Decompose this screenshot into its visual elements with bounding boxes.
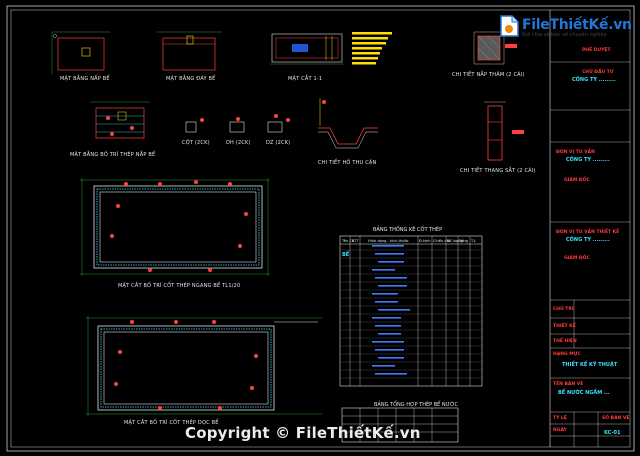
tb-row-draw: THỂ HIỆN: [553, 339, 577, 344]
rebar-shape-sketch: [375, 277, 407, 279]
rebar-shape-sketch: [375, 373, 407, 375]
label-col-2ck: CỘT (2CK): [182, 140, 210, 146]
rebar-shape-sketch: [378, 309, 410, 311]
tb-row-chief: CHỦ TRÌ: [553, 307, 574, 312]
file-icon: [500, 15, 519, 37]
tb-consultant-value: CÔNG TY .........: [566, 157, 610, 163]
tb-drawing-name-label: TÊN BẢN VẼ: [553, 382, 584, 387]
tb-sheet-no-label: SỐ BẢN VẼ: [602, 416, 630, 421]
tb-consultant-label: ĐƠN VỊ TƯ VẤN: [556, 150, 595, 155]
rebar-shape-sketch: [378, 333, 401, 335]
brand-logo[interactable]: FileThiếtKế.vn Nơi chia sẻ bản vẽ chuyên…: [498, 12, 632, 40]
rebar-shape-sketch: [375, 349, 404, 351]
rebar-shape-sketch: [375, 325, 401, 327]
label-plan-lid: MẶT BẰNG NẮP BỂ: [60, 76, 110, 82]
tb-consultant-director: GIÁM ĐỐC: [564, 178, 590, 183]
detail-ladder-drawing: [484, 101, 524, 161]
section-vertical-drawing: [86, 316, 322, 416]
rebar-shape-sketch: [372, 293, 398, 295]
label-plan-lid-rebar: MẶT BẰNG BỐ TRÍ THÉP NẮP BỂ: [70, 152, 156, 158]
label-dz-2ck: DZ (2CK): [266, 140, 291, 146]
tb-drawing-name-value: BỂ NƯỚC NGẦM ...: [558, 390, 610, 396]
rebar-col-total: Tổng: [459, 239, 468, 243]
rebar-shape-sketch: [378, 357, 404, 359]
plan-bottom-drawing: [157, 31, 222, 71]
rebar-shape-sketch: [372, 245, 404, 247]
label-detail-hatch: CHI TIẾT NẮP THĂM (2 CÁI): [452, 72, 525, 78]
rebar-col-dia: Đ.kính: [419, 239, 431, 243]
rebar-col-shape: Hình dạng - kích thước: [368, 239, 409, 243]
label-detail-sump: CHI TIẾT HỐ THU CẶN: [318, 160, 377, 166]
label-section-horizontal: MẶT CẮT BỐ TRÍ CỐT THÉP NGANG BỂ TL1/20: [118, 283, 241, 289]
tb-contractor-value: CÔNG TY .........: [566, 237, 610, 243]
section-11-drawing: [270, 32, 392, 65]
plan-lid-drawing: [51, 31, 110, 74]
label-detail-ladder: CHI TIẾT THANG SẮT (2 CÁI): [460, 168, 536, 174]
tb-category-value: THIẾT KẾ KỸ THUẬT: [562, 362, 618, 368]
summary-table-title: BẢNG TỔNG HỢP THÉP BỂ NƯỚC: [374, 402, 459, 408]
detail-sump-drawing: [318, 98, 378, 149]
tb-category-label: HẠNG MỤC: [553, 352, 581, 357]
rebar-shape-sketch: [375, 253, 404, 255]
tb-date-label: NGÀY: [553, 428, 567, 433]
rebar-table: [339, 235, 483, 387]
copyright-watermark: Copyright © FileThiếtKế.vn: [185, 424, 421, 442]
rebar-table-title: BẢNG THỐNG KÊ CỐT THÉP: [373, 227, 443, 233]
rebar-shape-sketch: [378, 285, 407, 287]
tb-client-value: CÔNG TY .........: [572, 77, 616, 83]
tb-contractor-label: ĐƠN VỊ TƯ VẤN THIẾT KẾ: [556, 230, 620, 235]
rebar-shape-sketch: [372, 365, 395, 367]
tb-director-label: GIÁM ĐỐC: [564, 256, 590, 261]
rebar-shape-sketch: [375, 301, 398, 303]
brand-name: FileThiếtKế.vn: [522, 17, 632, 33]
tb-scale-label: TỶ LỆ: [553, 416, 567, 421]
rebar-shape-sketch: [372, 317, 401, 319]
label-plan-bottom: MẶT BẰNG ĐÁY BỂ: [166, 76, 216, 82]
rebar-col-weight: T.L: [471, 239, 476, 243]
tb-sheet-code: KC-01: [604, 430, 621, 436]
section-horizontal-drawing: [80, 178, 270, 276]
tb-client-label: CHỦ ĐẦU TƯ: [582, 70, 614, 75]
rebar-shape-sketch: [378, 261, 404, 263]
rebar-section-label: BỂ: [342, 252, 350, 258]
label-dh-2ck: DH (2CK): [226, 140, 251, 146]
brand-tagline: Nơi chia sẻ bản vẽ chuyên nghiệp: [522, 32, 607, 38]
label-section-11: MẶT CẮT 1-1: [288, 76, 323, 82]
tb-row-design: THIẾT KẾ: [553, 324, 576, 329]
column-sections: [185, 114, 290, 133]
rebar-shape-sketch: [372, 269, 395, 271]
cad-drawing-canvas[interactable]: [0, 0, 640, 456]
plan-lid-rebar-drawing: [90, 101, 150, 139]
tb-approver-label: PHÊ DUYỆT: [582, 48, 611, 53]
rebar-shape-sketch: [372, 341, 404, 343]
rebar-col-stt: STT: [352, 239, 359, 243]
